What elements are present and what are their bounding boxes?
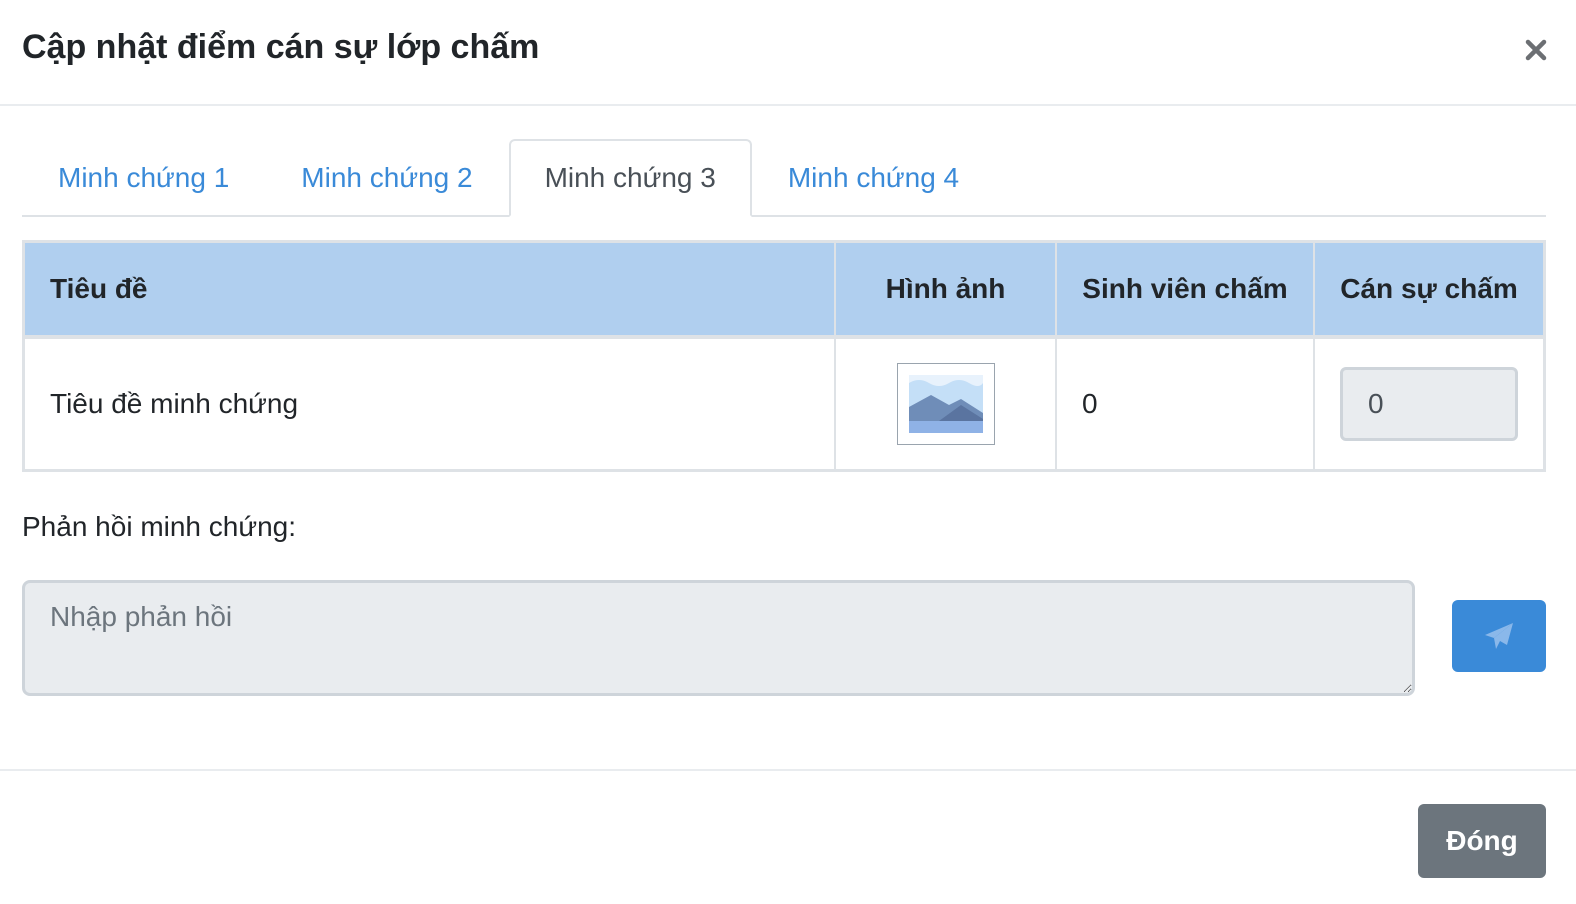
update-score-modal: Cập nhật điểm cán sự lớp chấm Minh chứng… (0, 0, 1576, 904)
send-feedback-button[interactable] (1452, 600, 1546, 672)
monitor-score-cell (1314, 337, 1543, 469)
evidence-image-cell (835, 337, 1057, 469)
evidence-title: Tiêu đề minh chứng (25, 337, 836, 469)
close-button[interactable] (1518, 24, 1554, 68)
evidence-tabs: Minh chứng 1 Minh chứng 2 Minh chứng 3 M… (22, 139, 1546, 217)
tab-minh-chung-3[interactable]: Minh chứng 3 (508, 139, 752, 217)
evidence-thumbnail[interactable] (896, 363, 995, 445)
column-header-image: Hình ảnh (835, 243, 1057, 339)
feedback-label: Phản hồi minh chứng: (22, 511, 297, 542)
feedback-input[interactable] (22, 580, 1415, 696)
close-icon (1525, 39, 1547, 61)
modal-header: Cập nhật điểm cán sự lớp chấm (0, 0, 1576, 106)
image-placeholder-icon (908, 375, 983, 433)
send-icon (1485, 623, 1513, 649)
tab-minh-chung-4[interactable]: Minh chứng 4 (752, 139, 995, 215)
evidence-table: Tiêu đề Hình ảnh Sinh viên chấm Cán sự c… (22, 240, 1546, 472)
table-header-row: Tiêu đề Hình ảnh Sinh viên chấm Cán sự c… (25, 243, 1543, 339)
table-row: Tiêu đề minh chứng 0 (25, 337, 1543, 469)
close-modal-button[interactable]: Đóng (1418, 804, 1546, 878)
column-header-title: Tiêu đề (25, 243, 836, 339)
modal-footer: Đóng (0, 769, 1576, 904)
monitor-score-input[interactable] (1340, 367, 1518, 441)
column-header-monitor-score: Cán sự chấm (1314, 243, 1543, 339)
modal-title: Cập nhật điểm cán sự lớp chấm (22, 28, 540, 66)
student-score: 0 (1056, 337, 1315, 469)
tab-minh-chung-1[interactable]: Minh chứng 1 (22, 139, 265, 215)
tab-minh-chung-2[interactable]: Minh chứng 2 (265, 139, 508, 215)
column-header-student-score: Sinh viên chấm (1056, 243, 1315, 339)
